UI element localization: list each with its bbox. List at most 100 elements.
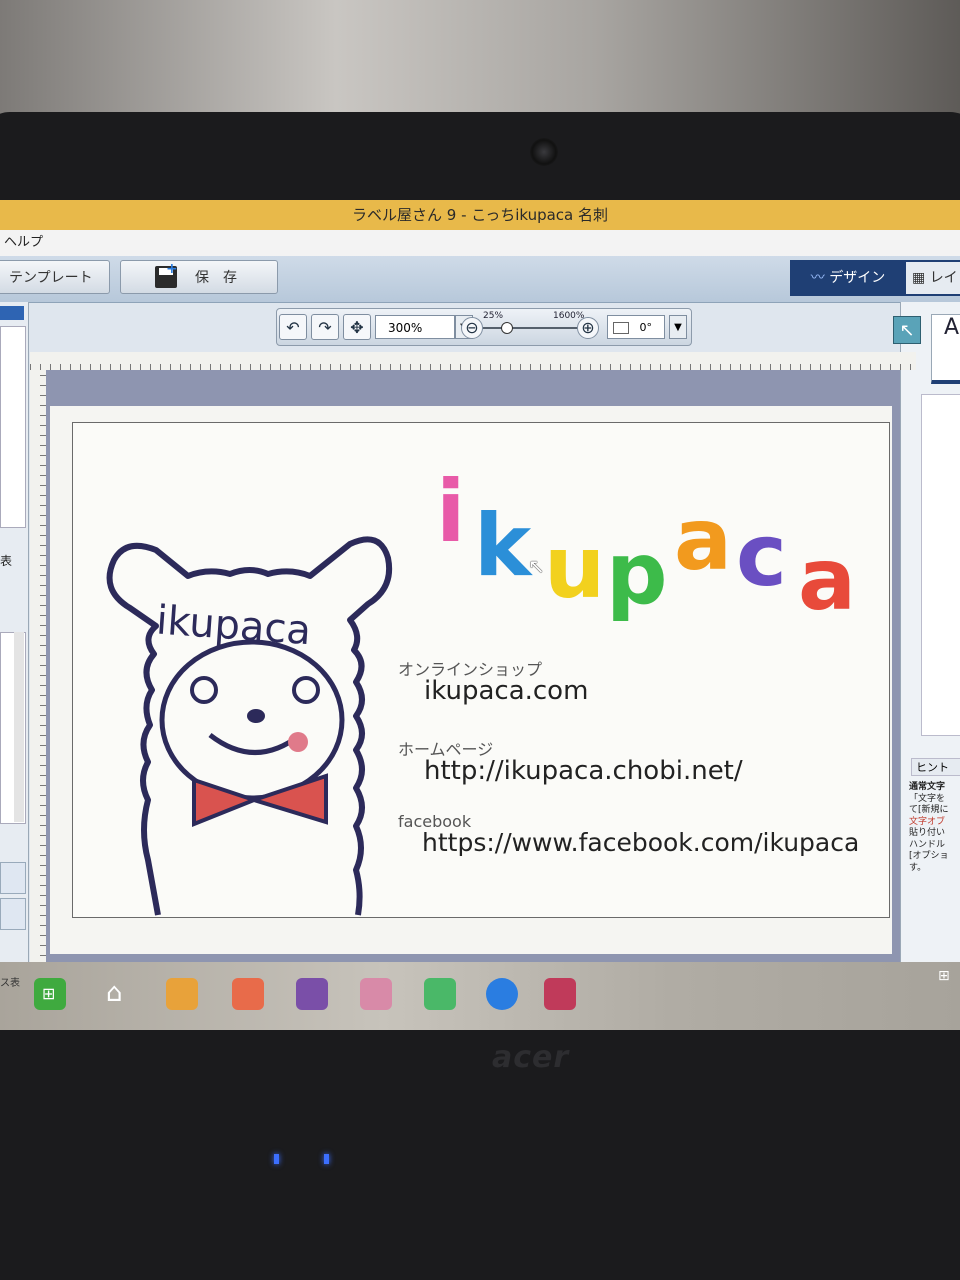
- taskbar: ⊞ ⌂ ス表 ⊞: [0, 962, 960, 1030]
- scrollbar[interactable]: [14, 632, 24, 822]
- hint-line: 通常文字: [909, 782, 946, 792]
- webcam: [530, 138, 558, 166]
- text-tool-icon: A: [944, 315, 960, 340]
- mascot-mouth: [208, 733, 302, 755]
- vertical-ruler: [30, 370, 46, 966]
- shape-tool-button[interactable]: [0, 862, 26, 894]
- mascot-right-eye: [292, 676, 320, 704]
- logo-letter-i: i: [436, 462, 466, 562]
- thumbnail-pane: [0, 326, 26, 528]
- zoom-out-button[interactable]: ⊖: [461, 317, 483, 339]
- hint-line: 貼り付い: [909, 828, 946, 838]
- label-app-icon[interactable]: [544, 978, 576, 1010]
- undo-icon: ↶: [286, 318, 300, 337]
- shop-url: ikupaca.com: [424, 676, 589, 706]
- alpaca-mascot-illustration[interactable]: ikupaca: [100, 530, 400, 920]
- logo-letter-a: a: [674, 490, 733, 590]
- photos-icon[interactable]: [232, 978, 264, 1010]
- hint-text: 通常文字 「文字を て[新規に 文字オブ 貼り付い ハンドル [オプショ す。: [909, 782, 960, 874]
- select-tool-button[interactable]: ↖: [893, 316, 921, 344]
- cursor-arrow-icon: ↖: [899, 320, 915, 341]
- hint-title: ヒント: [911, 758, 960, 776]
- hint-line: 「文字を: [909, 793, 946, 804]
- horizontal-ruler: [30, 352, 916, 370]
- window-title: ラベル屋さん 9 - こっちikupaca 名刺: [0, 200, 960, 230]
- plus-icon: ⊕: [581, 318, 595, 337]
- fit-button[interactable]: ✥: [343, 314, 371, 340]
- hint-line: [オプショ: [909, 851, 949, 861]
- mascot-nose: [247, 709, 265, 723]
- redo-button[interactable]: ↷: [311, 314, 339, 340]
- background-wall: [0, 0, 960, 130]
- save-icon: +: [155, 262, 178, 288]
- rotation-swatch-icon: [613, 322, 629, 334]
- cloud-app-icon[interactable]: [424, 978, 456, 1010]
- menu-bar: ヘルプ: [0, 230, 960, 256]
- hint-line: ハンドル: [909, 839, 946, 850]
- hint-line: て[新規に: [909, 805, 949, 815]
- design-icon: 〰: [810, 270, 830, 286]
- logo-letter-p: p: [606, 524, 668, 624]
- windows-logo-icon: ⊞: [938, 968, 950, 984]
- tab-design-label: デザイン: [829, 270, 886, 286]
- chevron-down-icon: ▼: [674, 322, 682, 333]
- zoom-in-button[interactable]: ⊕: [577, 317, 599, 339]
- properties-pane: [921, 394, 960, 736]
- zoom-field[interactable]: 300%: [375, 315, 455, 339]
- ribbon: テンプレート + 保 存 〰 デザイン ▦ レイ: [0, 256, 960, 303]
- status-led: [324, 1154, 329, 1164]
- start-button[interactable]: ⊞: [34, 978, 66, 1010]
- tab-layout-label: レイ: [929, 270, 958, 286]
- hint-line: す。: [909, 862, 927, 873]
- minus-icon: ⊖: [465, 318, 479, 337]
- menu-help[interactable]: ヘルプ: [4, 235, 43, 250]
- undo-button[interactable]: ↶: [279, 314, 307, 340]
- template-label: テンプレート: [9, 270, 93, 286]
- grid-icon: ▦: [912, 270, 930, 286]
- logo-letter-c: c: [736, 506, 787, 606]
- rotation-value: 0°: [639, 321, 653, 334]
- ikupaca-logo[interactable]: i k u p a c a: [436, 462, 876, 630]
- left-panel-label: 表: [0, 554, 13, 568]
- view-toolbar: ↶ ↷ ✥ 300% ▼ ⊖ 25% 1600% ⊕ 0° ▼: [276, 308, 692, 346]
- taskbar-tray-text: ス表: [0, 978, 20, 989]
- redo-icon: ↷: [318, 318, 332, 337]
- logo-letter-k: k: [474, 496, 532, 596]
- windows-icon: ⊞: [42, 984, 56, 1003]
- save-label: 保 存: [195, 270, 237, 286]
- move-icon: ✥: [350, 318, 364, 337]
- homepage-url: http://ikupaca.chobi.net/: [424, 756, 743, 786]
- laptop-brand-logo: acer: [492, 1040, 570, 1075]
- tab-design[interactable]: 〰 デザイン: [796, 260, 900, 296]
- left-panel: 表: [0, 302, 29, 966]
- mascot-left-eye: [190, 676, 218, 704]
- sync-app-icon[interactable]: [486, 978, 518, 1010]
- tab-layout[interactable]: ▦ レイ: [906, 262, 960, 294]
- screen: ラベル屋さん 9 - こっちikupaca 名刺 ヘルプ テンプレート + 保 …: [0, 200, 960, 1030]
- mascot-outline: [106, 536, 392, 916]
- rotation-dropdown-button[interactable]: ▼: [669, 315, 687, 339]
- save-button[interactable]: + 保 存: [120, 260, 278, 294]
- image-tool-button[interactable]: [0, 898, 26, 930]
- file-explorer-icon[interactable]: [166, 978, 198, 1010]
- zoom-slider[interactable]: [483, 327, 583, 329]
- zoom-slider-thumb[interactable]: [501, 322, 513, 334]
- logo-letter-u: u: [544, 518, 606, 618]
- status-led: [274, 1154, 279, 1164]
- mouse-cursor-icon: ↖: [528, 554, 545, 578]
- app-icon[interactable]: [360, 978, 392, 1010]
- right-panel: ↖ A ヒント 通常文字 「文字を て[新規に 文字オブ 貼り付い ハンドル […: [893, 302, 960, 966]
- hint-line: 文字オブ: [909, 816, 946, 827]
- app-icon[interactable]: [296, 978, 328, 1010]
- mode-tabs: 〰 デザイン ▦ レイ: [790, 260, 960, 296]
- text-tool-button[interactable]: A: [931, 314, 960, 384]
- panel-collapse-button[interactable]: [0, 306, 24, 320]
- logo-letter-a: a: [798, 530, 857, 630]
- house-glyph: ⌂: [106, 978, 123, 1008]
- zoom-min-label: 25%: [483, 311, 504, 321]
- home-icon[interactable]: ⌂: [102, 978, 134, 1010]
- rotation-field[interactable]: 0°: [607, 315, 665, 339]
- template-button[interactable]: テンプレート: [0, 260, 110, 294]
- mascot-bowtie: [192, 773, 328, 827]
- mascot-tongue: [288, 732, 308, 752]
